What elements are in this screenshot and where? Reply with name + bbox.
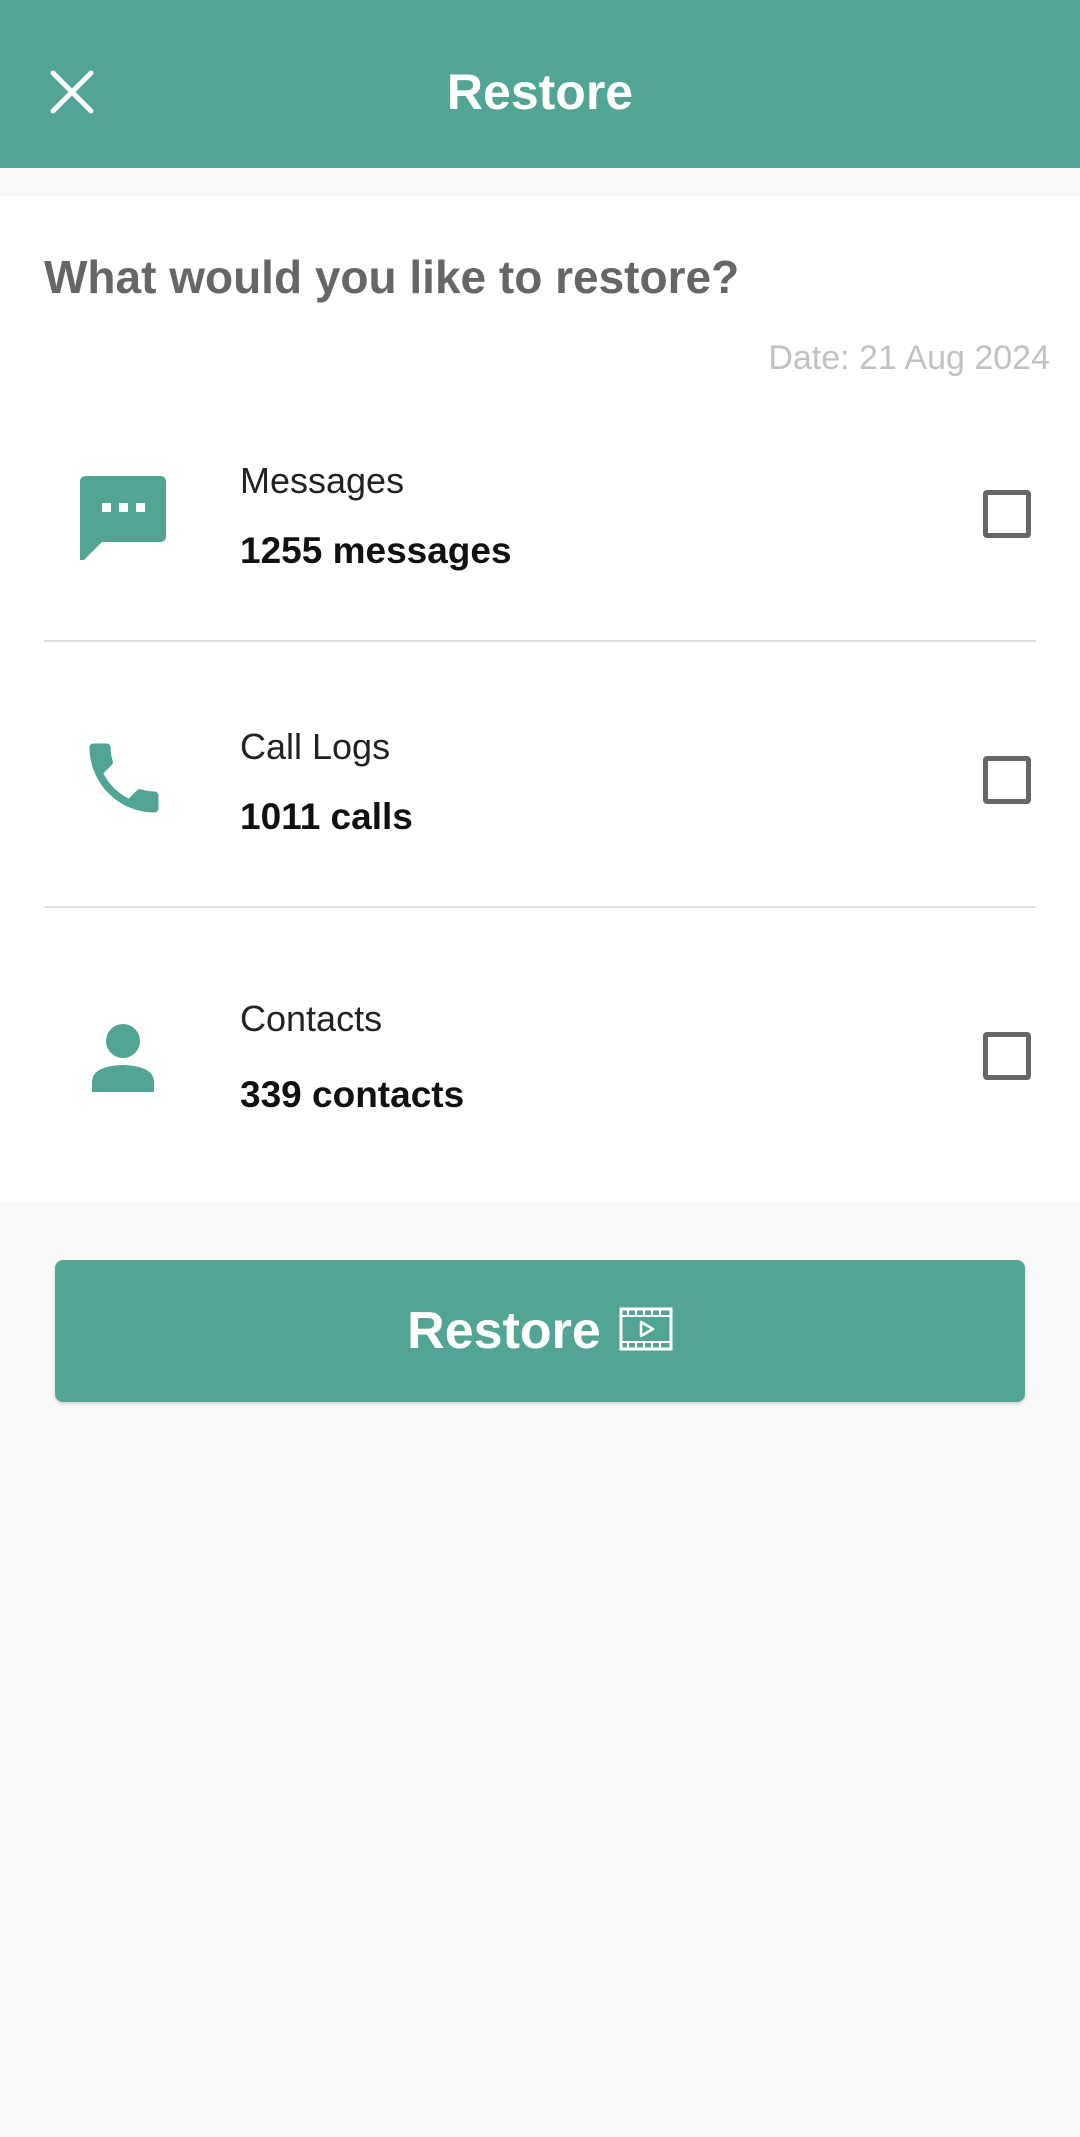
contacts-count: 339 contacts [240, 1074, 465, 1115]
call-logs-checkbox[interactable] [983, 756, 1031, 804]
call-logs-label: Call Logs [240, 726, 391, 767]
message-icon [78, 470, 168, 560]
backup-date: Date: 21 Aug 2024 [768, 339, 1050, 377]
divider [44, 906, 1036, 908]
messages-checkbox[interactable] [983, 490, 1031, 538]
question-heading: What would you like to restore? [44, 251, 740, 303]
messages-label: Messages [240, 460, 405, 501]
contacts-label: Contacts [240, 998, 383, 1039]
person-icon [88, 1022, 158, 1092]
messages-count: 1255 messages [240, 530, 512, 571]
restore-item-contacts[interactable]: Contacts 339 contacts [0, 964, 1080, 1184]
phone-icon [78, 732, 170, 824]
app-bar: Restore [0, 0, 1080, 168]
contacts-checkbox[interactable] [983, 1032, 1031, 1080]
call-logs-count: 1011 calls [240, 796, 413, 837]
restore-options-card: What would you like to restore? Date: 21… [0, 196, 1080, 1202]
video-ad-icon [619, 1307, 673, 1356]
page-title: Restore [446, 64, 634, 120]
divider [44, 640, 1036, 642]
restore-item-call-logs[interactable]: Call Logs 1011 calls [0, 692, 1080, 912]
restore-button-label: Restore [407, 1302, 601, 1360]
restore-button[interactable]: Restore [55, 1260, 1025, 1402]
restore-item-messages[interactable]: Messages 1255 messages [0, 426, 1080, 646]
